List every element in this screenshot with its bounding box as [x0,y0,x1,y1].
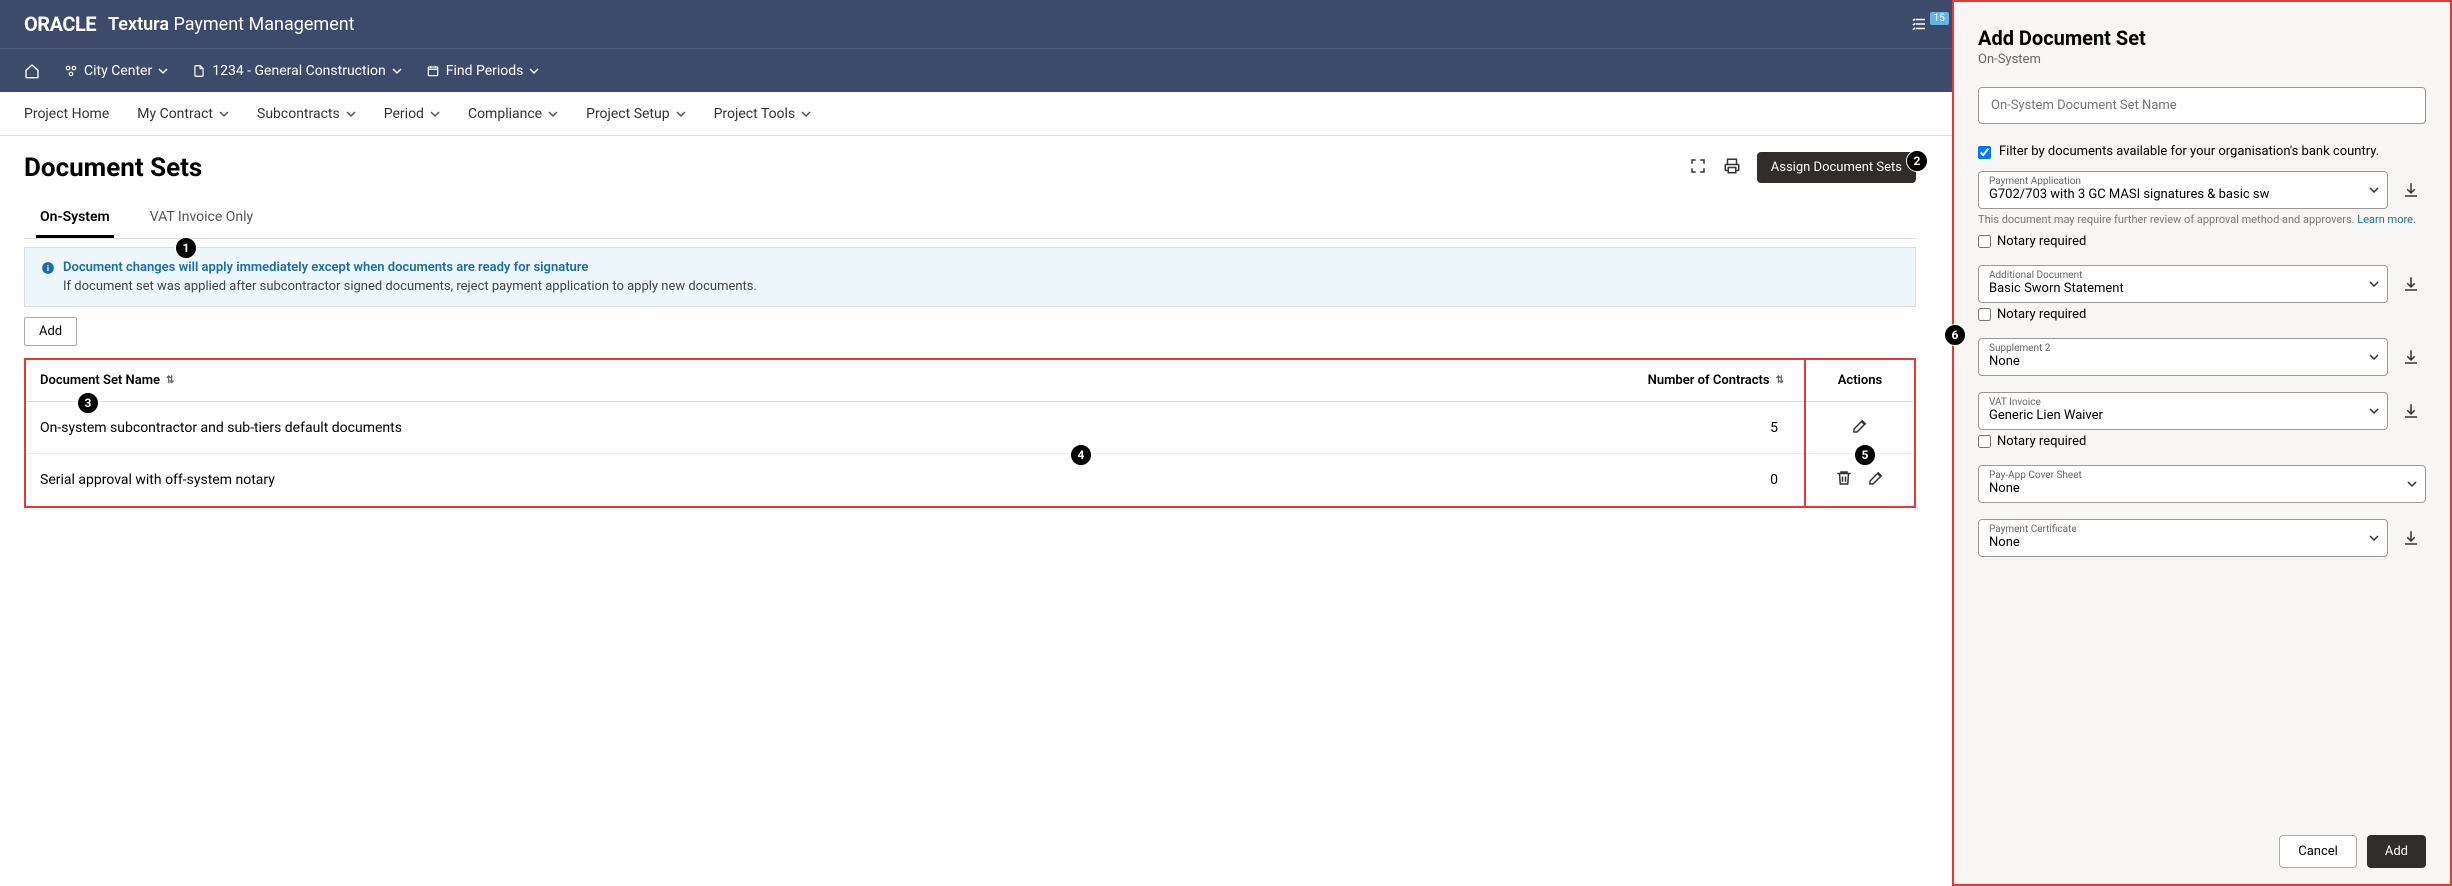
chevron-down-icon [430,109,440,119]
add-button[interactable]: Add [24,317,77,346]
document-sets-table: Document Set Name⇅ Number of Contracts⇅ … [24,358,1916,508]
nav-project-tools[interactable]: Project Tools [714,106,812,122]
download-icon[interactable] [2396,338,2426,376]
brand-logo: ORACLE [24,12,96,36]
chevron-down-icon [158,66,168,76]
cancel-button[interactable]: Cancel [2279,835,2357,868]
edit-icon[interactable] [1851,417,1869,439]
panel-field-row: Supplement 2 None [1978,338,2426,376]
brand-product: Textura Payment Management [108,14,355,35]
chevron-down-icon [2369,185,2379,195]
notary-checkbox[interactable] [1978,235,1991,248]
callout-3: 3 [77,392,99,414]
svg-text:i: i [47,262,49,272]
panel-add-button[interactable]: Add [2367,835,2426,868]
chevron-down-icon [2407,479,2417,489]
page-title: Document Sets [24,153,202,183]
panel-field-row: VAT Invoice Generic Lien Waiver [1978,392,2426,430]
panel-note: This document may require further review… [1978,213,2426,226]
add-document-set-panel: Add Document Set On-System Filter by doc… [1952,0,2452,886]
assign-document-sets-button[interactable]: Assign Document Sets [1757,152,1916,183]
panel-title: Add Document Set [1978,26,2426,50]
todo-badge: 15 [1930,12,1949,25]
nav-project-setup[interactable]: Project Setup [586,106,685,122]
sort-icon: ⇅ [166,375,174,386]
select-additional document[interactable]: Additional Document Basic Sworn Statemen… [1978,265,2388,303]
col-header-actions: Actions [1806,373,1914,388]
learn-more-link[interactable]: Learn more. [2357,213,2416,226]
chevron-down-icon [2369,533,2379,543]
select-supplement 2[interactable]: Supplement 2 None [1978,338,2388,376]
select-payment certificate[interactable]: Payment Certificate None [1978,519,2388,557]
nav-project-home[interactable]: Project Home [24,106,109,122]
table-row: Serial approval with off-system notary0 [26,454,1804,506]
info-icon: i [41,261,55,275]
nav-compliance[interactable]: Compliance [468,106,558,122]
panel-subtitle: On-System [1978,52,2426,67]
chevron-down-icon [2369,279,2379,289]
chevron-down-icon [2369,406,2379,416]
select-pay-app cover sheet[interactable]: Pay-App Cover Sheet None [1978,465,2426,503]
chevron-down-icon [548,109,558,119]
notary-checkbox[interactable] [1978,435,1991,448]
notary-checkbox-row[interactable]: Notary required [1978,234,2426,249]
chevron-down-icon [2369,352,2379,362]
filter-checkbox[interactable] [1978,146,1991,159]
panel-field-row: Pay-App Cover Sheet None [1978,465,2426,503]
panel-field-row: Payment Application G702/703 with 3 GC M… [1978,171,2426,209]
project-selector[interactable]: City Center [64,63,168,79]
cell-num: 0 [1604,472,1804,488]
chevron-down-icon [529,66,539,76]
callout-5: 5 [1854,444,1876,466]
sort-icon: ⇅ [1776,375,1784,386]
nav-my-contract[interactable]: My Contract [137,106,229,122]
contract-selector[interactable]: 1234 - General Construction [192,63,402,79]
callout-6: 6 [1944,324,1966,346]
download-icon[interactable] [2396,392,2426,430]
main-content: Document Sets Assign Document Sets On-Sy… [0,136,1940,524]
panel-field-row: Additional Document Basic Sworn Statemen… [1978,265,2426,303]
panel-field-row: Payment Certificate None [1978,519,2426,557]
expand-icon[interactable] [1689,157,1707,179]
nav-period[interactable]: Period [384,106,440,122]
cell-name: On-system subcontractor and sub-tiers de… [26,420,1604,436]
document-set-name-input[interactable] [1978,87,2426,124]
download-icon[interactable] [2396,265,2426,303]
download-icon[interactable] [2396,519,2426,557]
col-header-num[interactable]: Number of Contracts⇅ [1604,373,1804,388]
brand: ORACLE Textura Payment Management [24,12,355,36]
chevron-down-icon [676,109,686,119]
chevron-down-icon [392,66,402,76]
cell-num: 5 [1604,420,1804,436]
callout-4: 4 [1070,444,1092,466]
notary-checkbox[interactable] [1978,308,1991,321]
select-vat invoice[interactable]: VAT Invoice Generic Lien Waiver [1978,392,2388,430]
notary-checkbox-row[interactable]: Notary required [1978,307,2426,322]
callout-1: 1 [175,237,197,259]
home-icon[interactable] [24,63,40,79]
todo-icon[interactable]: 15 [1910,15,1953,33]
nav-subcontracts[interactable]: Subcontracts [257,106,356,122]
tab-on-system[interactable]: On-System [36,199,114,238]
filter-checkbox-row[interactable]: Filter by documents available for your o… [1978,144,2426,159]
tabs: On-System VAT Invoice Only [24,199,1916,239]
edit-icon[interactable] [1867,469,1885,491]
table-row: On-system subcontractor and sub-tiers de… [26,402,1804,454]
col-header-name[interactable]: Document Set Name⇅ [26,373,1604,388]
callout-2: 2 [1906,150,1928,172]
info-banner: i Document changes will apply immediatel… [24,247,1916,307]
chevron-down-icon [346,109,356,119]
print-icon[interactable] [1723,157,1741,179]
tab-vat-invoice-only[interactable]: VAT Invoice Only [146,199,257,238]
chevron-down-icon [219,109,229,119]
notary-checkbox-row[interactable]: Notary required [1978,434,2426,449]
cell-name: Serial approval with off-system notary [26,472,1604,488]
select-payment application[interactable]: Payment Application G702/703 with 3 GC M… [1978,171,2388,209]
download-icon[interactable] [2396,171,2426,209]
delete-icon[interactable] [1835,469,1853,491]
find-periods[interactable]: Find Periods [426,63,540,79]
chevron-down-icon [801,109,811,119]
